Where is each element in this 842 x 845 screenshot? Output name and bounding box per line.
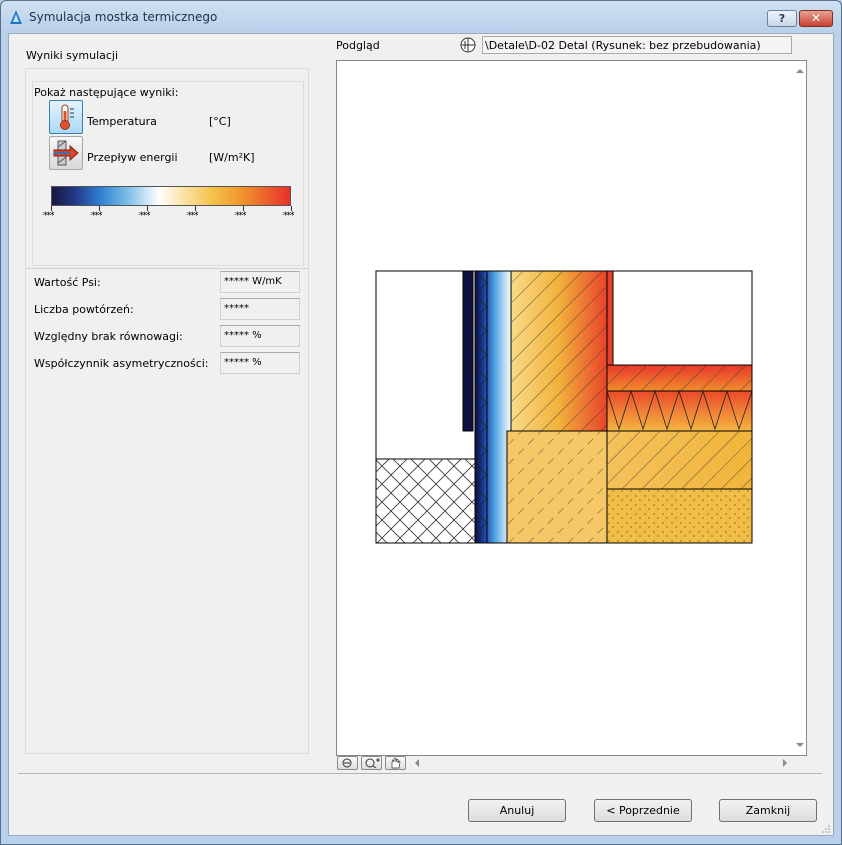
scroll-right-arrow[interactable] [781,758,789,768]
scroll-left-arrow[interactable] [413,758,421,768]
temperature-toggle-button[interactable] [49,100,83,134]
asymmetry-label: Współczynnik asymetryczności: [34,357,209,370]
iterations-field: ***** [220,298,300,320]
thermal-bridge-drawing [375,270,753,544]
zoom-fit-button[interactable] [337,756,358,770]
vertical-scrollbar[interactable] [795,63,805,753]
asymmetry-field: ***** % [220,352,300,374]
results-panel: Wyniki symulacji Pokaż następujące wynik… [25,49,309,754]
preview-canvas[interactable] [336,60,807,756]
footer-divider [18,773,822,774]
thermometer-icon [60,104,74,130]
detail-path-field: \Detale\D-02 Detal (Rysunek: bez przebud… [482,36,792,54]
dialog-window: Symulacja mostka termicznego ? ✕ Wyniki … [0,0,842,845]
energy-flow-toggle-button[interactable] [49,136,83,170]
legend-tick-label: *** [139,211,150,221]
cancel-button[interactable]: Anuluj [468,799,566,822]
legend-tick-label: *** [235,211,246,221]
archicad-icon [10,10,22,24]
temperature-label: Temperatura [87,115,157,128]
energy-flow-label: Przepływ energii [87,151,178,164]
temperature-unit: [°C] [209,115,231,128]
title-bar[interactable]: Symulacja mostka termicznego ? ✕ [1,1,841,33]
results-options-group: Pokaż następujące wyniki: Temperatura [°… [32,81,304,266]
preview-label: Podgląd [336,39,380,52]
energy-flow-icon [53,140,79,166]
window-title: Symulacja mostka termicznego [29,10,218,24]
color-scale-legend [51,186,291,206]
relative-imbalance-label: Względny brak równowagi: [34,330,183,343]
previous-button[interactable]: < Poprzednie [594,799,692,822]
help-button[interactable]: ? [767,10,797,27]
relative-imbalance-field: ***** % [220,325,300,347]
window-close-button[interactable]: ✕ [799,10,833,27]
close-button[interactable]: Zamknij [719,799,817,822]
legend-tick-label: *** [187,211,198,221]
resize-grip[interactable] [821,824,831,834]
legend-tick-label: *** [91,211,102,221]
detail-marker-icon[interactable] [460,37,476,53]
legend-tick-label: *** [283,211,294,221]
zoom-fit-icon [342,758,352,768]
hand-icon [391,757,401,769]
results-section-title: Wyniki symulacji [26,49,119,62]
legend-tick-label: *** [43,211,54,221]
pan-button[interactable] [385,756,406,770]
show-results-label: Pokaż następujące wyniki: [34,86,179,99]
dialog-client-area: Wyniki symulacji Pokaż następujące wynik… [8,33,834,836]
psi-value-field: ***** W/mK [220,271,300,293]
zoom-in-out-button[interactable] [361,756,382,770]
divider [26,268,308,269]
energy-flow-unit: [W/m²K] [209,151,255,164]
iterations-label: Liczba powtórzeń: [34,303,134,316]
psi-value-label: Wartość Psi: [34,276,101,289]
zoom-in-out-icon [365,758,380,769]
